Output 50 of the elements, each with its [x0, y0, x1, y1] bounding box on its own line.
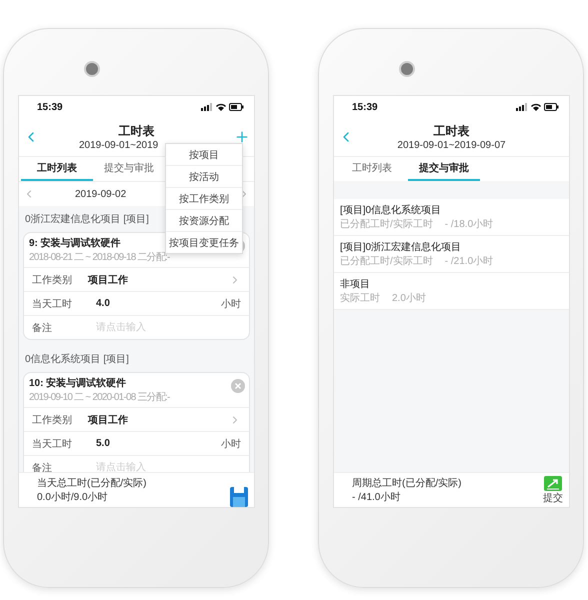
footer-value: - /41.0小时 — [352, 490, 402, 504]
field-label: 工作类别 — [32, 414, 73, 426]
menu-item[interactable]: 按工作类别 — [166, 188, 242, 210]
status-time: 15:39 — [352, 102, 378, 112]
project-title: [项目]0信息化系统项目 — [340, 204, 442, 217]
task-title: 9: 安装与调试软硬件 — [29, 236, 121, 250]
task-dates: 2019-09-10 二 ~ 2020-01-08 三分配:- — [29, 391, 170, 404]
field-label: 备注 — [32, 462, 53, 472]
menu-item[interactable]: 按项目 — [166, 144, 242, 166]
hours-value: - /21.0小时 — [444, 254, 494, 268]
task-dates: 2018-08-21 二 ~ 2018-09-18 二分配:- — [29, 251, 170, 264]
project-row[interactable]: [项目]0浙江宏建信息化项目 已分配工时/实际工时 - /21.0小时 — [334, 236, 569, 273]
footer-value: 0.0小时/9.0小时 — [37, 490, 109, 504]
footer-label: 周期总工时(已分配/实际) — [352, 476, 462, 490]
page-title: 工时表 — [434, 123, 470, 140]
field-value: 5.0 — [95, 438, 111, 449]
field-label: 当天工时 — [32, 298, 73, 310]
tab[interactable]: 工时列表 — [336, 157, 408, 181]
date-range: 2019-09-01~2019 — [79, 140, 158, 151]
menu-item[interactable]: 按活动 — [166, 166, 242, 188]
field-label: 工作类别 — [32, 274, 73, 286]
project-row[interactable]: [项目]0信息化系统项目 已分配工时/实际工时 - /18.0小时 — [334, 199, 569, 236]
hours-label: 已分配工时/实际工时 — [340, 218, 433, 231]
project-title: [项目]0浙江宏建信息化项目 — [340, 240, 462, 254]
menu-item[interactable]: 按资源分配 — [166, 210, 242, 232]
group-header: 0浙江宏建信息化项目 [项目] — [25, 212, 149, 227]
page-title: 工时表 — [118, 123, 154, 140]
group-header: 0信息化系统项目 [项目] — [25, 352, 129, 367]
hours-label: 实际工时 — [340, 292, 380, 305]
project-title: 非项目 — [340, 278, 371, 291]
footer-label: 当天总工时(已分配/实际) — [37, 476, 146, 490]
tab[interactable]: 提交与审批 — [93, 157, 165, 181]
project-row[interactable]: 非项目 实际工时 2.0小时 — [334, 273, 569, 310]
task-title: 10: 安装与调试软硬件 — [29, 376, 126, 390]
field-label: 当天工时 — [32, 438, 73, 450]
hours-value: 2.0小时 — [392, 292, 426, 305]
field-value: 项目工作 — [88, 414, 129, 426]
unit-label: 小时 — [221, 438, 241, 450]
unit-label: 小时 — [221, 298, 241, 310]
field-value: 项目工作 — [88, 274, 129, 286]
current-date: 2019-09-02 — [75, 188, 126, 200]
status-time: 15:39 — [37, 102, 63, 112]
date-range: 2019-09-01~2019-09-07 — [397, 140, 506, 151]
field-label: 备注 — [32, 322, 53, 334]
hours-label: 已分配工时/实际工时 — [340, 254, 433, 268]
tab[interactable]: 工时列表 — [21, 157, 93, 181]
submit-button[interactable]: 提交 — [543, 476, 563, 504]
field-value: 4.0 — [95, 298, 111, 309]
menu-item[interactable]: 按项目变更任务 — [166, 232, 242, 253]
hours-value: - /18.0小时 — [444, 218, 494, 231]
